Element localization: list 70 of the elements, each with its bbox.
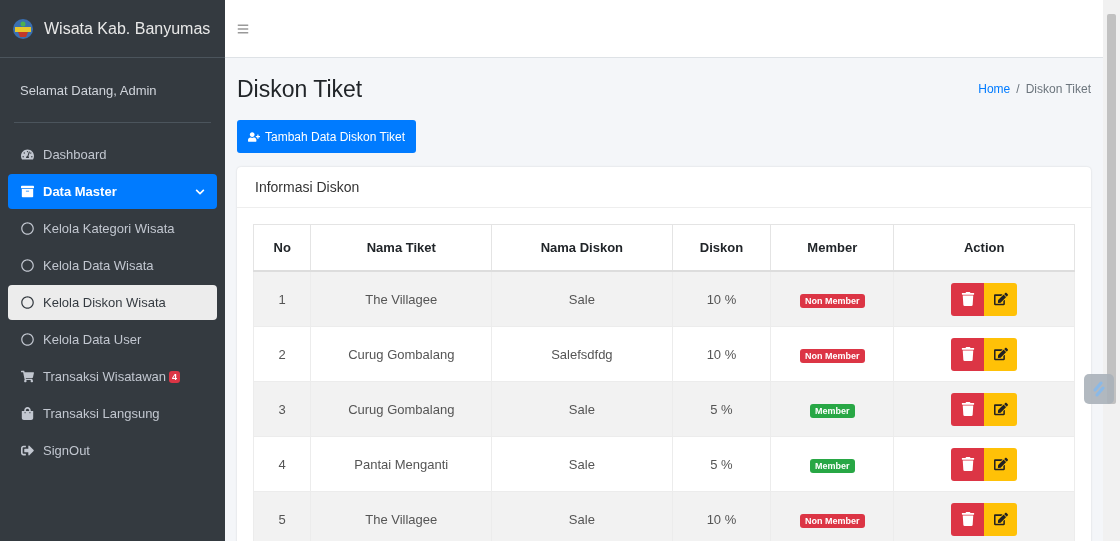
cart-icon: [20, 370, 34, 383]
delete-button[interactable]: [951, 337, 985, 371]
table-cell: 10 %: [672, 326, 771, 382]
sidebar-item[interactable]: Kelola Data Wisata: [8, 248, 217, 283]
scrollbar[interactable]: [1103, 0, 1120, 541]
caret-icon: [195, 186, 205, 197]
signout-icon: [20, 444, 34, 457]
table-cell: Pantai Menganti: [310, 436, 492, 492]
delete-button[interactable]: [951, 447, 985, 481]
trash-icon: [960, 512, 975, 526]
edit-button[interactable]: [984, 282, 1018, 316]
table-cell: Curug Gombalang: [310, 326, 492, 382]
menu-icon[interactable]: [237, 22, 249, 35]
edit-icon: [993, 292, 1008, 306]
edit-icon: [993, 402, 1008, 416]
add-button[interactable]: Tambah Data Diskon Tiket: [237, 120, 417, 153]
member-badge: Non Member: [800, 348, 865, 363]
breadcrumb-separator: /: [1016, 82, 1020, 96]
table-cell: 10 %: [672, 271, 771, 327]
trash-icon: [960, 292, 975, 306]
edit-icon: [993, 347, 1008, 361]
sidebar-item[interactable]: SignOut: [8, 433, 217, 468]
edit-icon: [993, 457, 1008, 471]
member-badge: Member: [810, 458, 855, 473]
table-cell: Curug Gombalang: [310, 381, 492, 437]
edit-button[interactable]: [984, 502, 1018, 536]
trash-icon: [960, 402, 975, 416]
delete-button[interactable]: [951, 502, 985, 536]
table-cell: 2: [253, 326, 311, 382]
sidebar-item[interactable]: Dashboard: [8, 137, 217, 172]
count-badge: 4: [169, 370, 181, 383]
bag-icon: [20, 407, 34, 420]
member-badge: Member: [810, 403, 855, 418]
edit-button[interactable]: [984, 337, 1018, 371]
table-cell: 5 %: [672, 381, 771, 437]
page-title: Diskon Tiket: [237, 75, 363, 103]
table-cell: 4: [253, 436, 311, 492]
breadcrumb-link[interactable]: Home: [978, 82, 1011, 96]
table-cell: 3: [253, 381, 311, 437]
user-greeting: Selamat Datang, Admin: [20, 82, 157, 98]
gauge-icon: [20, 148, 34, 161]
member-badge: Non Member: [800, 293, 865, 308]
table-cell: The Villagee: [310, 271, 492, 327]
edit-button[interactable]: [984, 392, 1018, 426]
table-cell: Sale: [491, 271, 673, 327]
trash-icon: [960, 457, 975, 471]
table-cell: Sale: [491, 381, 673, 437]
breadcrumb-current: Diskon Tiket: [1025, 82, 1091, 96]
archive-icon: [20, 185, 34, 198]
sidebar-item[interactable]: Transaksi Langsung: [8, 396, 217, 431]
table-cell: 1: [253, 271, 311, 327]
edit-icon: [993, 512, 1008, 526]
brand-title: Wisata Kab. Banyumas: [44, 19, 211, 38]
user-plus-icon: [248, 130, 260, 143]
table-cell: 5 %: [672, 436, 771, 492]
member-badge: Non Member: [800, 513, 865, 528]
logo-icon: [12, 17, 34, 40]
sidebar-item[interactable]: Data Master: [8, 174, 217, 209]
sidebar-item[interactable]: Kelola Data User: [8, 322, 217, 357]
table-cell: Salefsdfdg: [491, 326, 673, 382]
table-cell: 5: [253, 491, 311, 541]
sidebar-item[interactable]: Kelola Diskon Wisata: [8, 285, 217, 320]
sidebar-item[interactable]: Transaksi Wisatawan 4: [8, 359, 217, 394]
trash-icon: [960, 347, 975, 361]
table-cell: Sale: [491, 436, 673, 492]
delete-button[interactable]: [951, 282, 985, 316]
edit-button[interactable]: [984, 447, 1018, 481]
card-title: Informasi Diskon: [255, 179, 360, 195]
sidebar-item[interactable]: Kelola Kategori Wisata: [8, 211, 217, 246]
delete-button[interactable]: [951, 392, 985, 426]
